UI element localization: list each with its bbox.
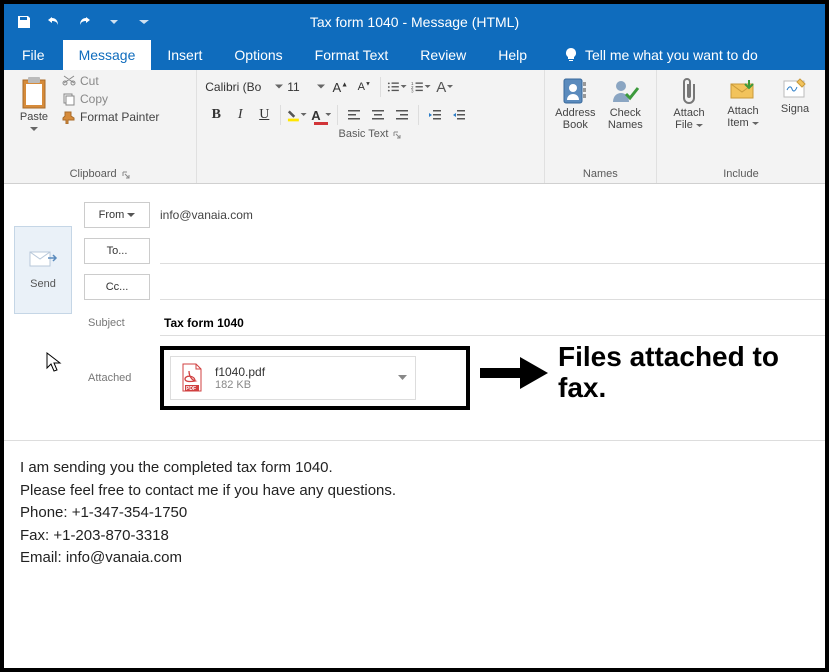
save-icon[interactable] (14, 12, 34, 32)
tell-me[interactable]: Tell me what you want to do (563, 40, 758, 70)
paintbrush-icon (62, 110, 76, 124)
subject-field[interactable] (160, 310, 825, 336)
copy-button[interactable]: Copy (62, 92, 159, 106)
bullets-icon[interactable] (386, 76, 408, 98)
ribbon-tabs: File Message Insert Options Format Text … (4, 40, 825, 70)
to-field[interactable] (160, 238, 825, 264)
body-line: Phone: +1-347-354-1750 (20, 502, 809, 525)
group-label-names: Names (553, 166, 648, 183)
cc-button[interactable]: Cc... (84, 274, 150, 300)
font-color-icon[interactable]: A (310, 104, 332, 126)
body-line: Please feel free to contact me if you ha… (20, 480, 809, 503)
font-size-combo[interactable]: 11 (287, 80, 327, 94)
address-book-icon (560, 76, 590, 106)
svg-text:PDF: PDF (186, 386, 196, 392)
signature-button[interactable]: Signa (773, 74, 817, 115)
basictext-dialog-launcher[interactable] (392, 130, 402, 140)
attachment-highlight-box: PDF f1040.pdf 182 KB (160, 346, 470, 410)
increase-indent-icon[interactable] (448, 104, 470, 126)
align-left-icon[interactable] (343, 104, 365, 126)
decrease-indent-icon[interactable] (424, 104, 446, 126)
lightbulb-icon (563, 47, 579, 63)
group-clipboard: Paste Cut Copy Format Painter Clipboard (4, 70, 197, 183)
tell-me-label: Tell me what you want to do (585, 47, 758, 63)
title-bar: Tax form 1040 - Message (HTML) (4, 4, 825, 40)
bold-button[interactable]: B (205, 104, 227, 126)
from-value: info@vanaia.com (160, 208, 253, 222)
paragraph-icon[interactable]: A (434, 76, 456, 98)
ribbon: Paste Cut Copy Format Painter Clipboard … (4, 70, 825, 184)
body-line: Email: info@vanaia.com (20, 547, 809, 570)
scissors-icon (62, 74, 76, 88)
group-include: Attach File Attach Item Signa Include (657, 70, 825, 183)
tab-format-text[interactable]: Format Text (299, 40, 405, 70)
group-basic-text: Calibri (Bo 11 A▲ A▼ 123 A B I U A (197, 70, 544, 183)
check-names-button[interactable]: Check Names (603, 74, 647, 131)
signature-icon (782, 76, 808, 102)
italic-button[interactable]: I (229, 104, 251, 126)
paperclip-icon (678, 76, 700, 106)
address-book-button[interactable]: Address Book (553, 74, 597, 131)
subject-label: Subject (84, 310, 150, 336)
annotation-text: Files attached tofax. (558, 342, 779, 404)
send-button[interactable]: Send (14, 226, 72, 314)
envelope-icon (28, 250, 58, 270)
attachment-filename: f1040.pdf (215, 365, 265, 379)
group-label-include: Include (665, 166, 817, 183)
clipboard-dialog-launcher[interactable] (121, 170, 131, 180)
message-body[interactable]: I am sending you the completed tax form … (4, 440, 825, 586)
window-title: Tax form 1040 - Message (HTML) (310, 14, 519, 30)
body-line: Fax: +1-203-870-3318 (20, 525, 809, 548)
attach-item-button[interactable]: Attach Item (719, 74, 767, 129)
cursor-icon (46, 352, 62, 372)
from-button[interactable]: From (84, 202, 150, 228)
pdf-icon: PDF (179, 363, 205, 393)
font-name-combo[interactable]: Calibri (Bo (205, 80, 285, 94)
tab-insert[interactable]: Insert (151, 40, 218, 70)
group-label-clipboard: Clipboard (70, 166, 117, 183)
chevron-down-icon (30, 127, 38, 132)
tab-review[interactable]: Review (404, 40, 482, 70)
attachment-size: 182 KB (215, 379, 265, 391)
qat-chevron-icon[interactable] (104, 12, 124, 32)
underline-button[interactable]: U (253, 104, 275, 126)
touch-toggle-icon[interactable] (134, 12, 154, 32)
chevron-down-icon (127, 213, 135, 218)
highlight-icon[interactable] (286, 104, 308, 126)
clipboard-icon (19, 76, 49, 110)
to-button[interactable]: To... (84, 238, 150, 264)
decrease-font-icon[interactable]: A▼ (353, 76, 375, 98)
undo-icon[interactable] (44, 12, 64, 32)
body-line: I am sending you the completed tax form … (20, 457, 809, 480)
attach-item-icon (729, 76, 757, 104)
check-names-icon (610, 76, 640, 106)
align-center-icon[interactable] (367, 104, 389, 126)
increase-font-icon[interactable]: A▲ (329, 76, 351, 98)
copy-icon (62, 92, 76, 106)
group-names: Address Book Check Names Names (545, 70, 657, 183)
attachment-chip[interactable]: PDF f1040.pdf 182 KB (170, 356, 416, 400)
tab-message[interactable]: Message (63, 40, 152, 70)
attach-file-button[interactable]: Attach File (665, 74, 713, 131)
numbering-icon[interactable]: 123 (410, 76, 432, 98)
align-right-icon[interactable] (391, 104, 413, 126)
tab-options[interactable]: Options (218, 40, 298, 70)
redo-icon[interactable] (74, 12, 94, 32)
tab-file[interactable]: File (4, 40, 63, 70)
cut-button[interactable]: Cut (62, 74, 159, 88)
tab-help[interactable]: Help (482, 40, 543, 70)
chevron-down-icon[interactable] (398, 375, 407, 381)
paste-button[interactable]: Paste (12, 74, 56, 135)
quick-access-toolbar (4, 12, 164, 32)
attached-label: Attached (84, 365, 150, 391)
cc-field[interactable] (160, 274, 825, 300)
annotation-callout: Files attached tofax. (480, 342, 779, 404)
format-painter-button[interactable]: Format Painter (62, 110, 159, 124)
arrow-right-icon (480, 355, 550, 391)
svg-text:3: 3 (411, 88, 414, 93)
compose-area: Send From info@vanaia.com To... Cc... Su… (4, 184, 825, 422)
group-label-basictext: Basic Text (338, 126, 388, 143)
